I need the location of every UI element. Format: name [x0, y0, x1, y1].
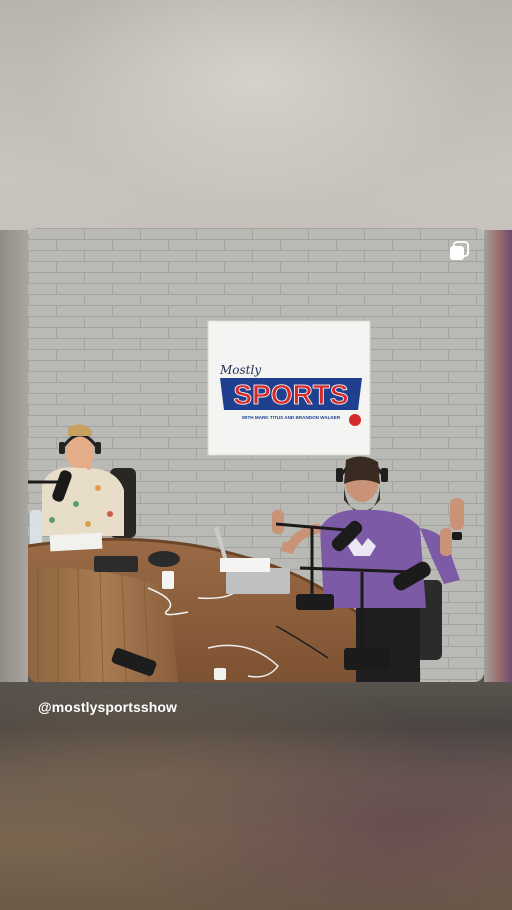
background-side-left	[0, 230, 28, 682]
background-side-right	[484, 230, 512, 682]
show-logo-sign: Mostly SPORTS WITH MARK TITUS AND BRANDO…	[207, 320, 371, 456]
background-blur-bottom	[0, 690, 512, 910]
studio-scene: Mostly SPORTS WITH MARK TITUS AND BRANDO…	[28, 228, 484, 682]
mention-sticker[interactable]: @mostlysportsshow	[38, 699, 177, 715]
sign-big-word: SPORTS	[233, 379, 348, 410]
sign-small-word: Mostly	[219, 363, 261, 377]
sign-tagline: WITH MARK TITUS AND BRANDON WALKER	[242, 415, 341, 420]
post-photo[interactable]: Mostly SPORTS WITH MARK TITUS AND BRANDO…	[28, 228, 484, 682]
background-blur-top	[0, 0, 512, 230]
multi-post-icon	[450, 241, 469, 260]
